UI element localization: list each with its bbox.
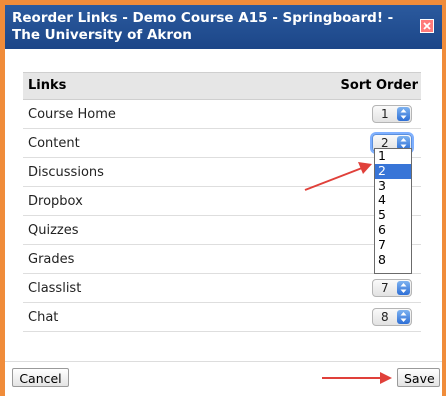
header-links: Links [28,78,67,93]
table-row: Course Home 1 [23,100,421,129]
table-row: Discussions [23,158,421,187]
sort-order-value: 7 [381,281,389,295]
sort-order-value: 1 [381,107,389,121]
chevron-updown-icon [397,107,410,121]
dialog-title: Reorder Links - Demo Course A15 - Spring… [12,10,394,43]
links-table: Links Sort Order Course Home 1 Content 2… [23,72,421,332]
dropdown-option-selected[interactable]: 2 [375,163,411,179]
close-button[interactable] [420,19,434,33]
dropdown-option[interactable]: 4 [375,193,411,208]
table-header: Links Sort Order [23,72,421,100]
table-row: Grades [23,245,421,274]
sort-order-select[interactable]: 1 [372,105,412,123]
cancel-button[interactable]: Cancel [12,368,69,387]
dropdown-option[interactable]: 1 [375,148,411,164]
table-row: Content 2 [23,129,421,158]
sort-order-value: 8 [381,310,389,324]
dropdown-option[interactable]: 5 [375,207,411,223]
link-name: Quizzes [28,223,79,238]
footer-divider [5,361,442,362]
sort-order-select[interactable]: 7 [372,279,412,297]
table-row: Classlist 7 [23,274,421,303]
chevron-updown-icon [397,281,410,295]
dropdown-option[interactable]: 3 [375,178,411,194]
table-row: Chat 8 [23,303,421,332]
dialog-titlebar: Reorder Links - Demo Course A15 - Spring… [5,5,442,49]
dropdown-option[interactable]: 6 [375,222,411,238]
sort-order-dropdown-list[interactable]: 1 2 3 4 5 6 7 8 [374,148,412,274]
link-name: Course Home [28,107,116,122]
table-row: Quizzes [23,216,421,245]
save-button[interactable]: Save [397,368,440,387]
dropdown-option[interactable]: 7 [375,237,411,253]
close-icon [423,22,431,30]
link-name: Chat [28,310,59,325]
link-name: Dropbox [28,194,83,209]
link-name: Content [28,136,80,151]
table-row: Dropbox [23,187,421,216]
link-name: Grades [28,252,75,267]
header-sort-order: Sort Order [340,78,418,93]
sort-order-select[interactable]: 8 [372,308,412,326]
chevron-updown-icon [397,310,410,324]
link-name: Discussions [28,165,104,180]
link-name: Classlist [28,281,82,296]
dropdown-option[interactable]: 8 [375,252,411,268]
